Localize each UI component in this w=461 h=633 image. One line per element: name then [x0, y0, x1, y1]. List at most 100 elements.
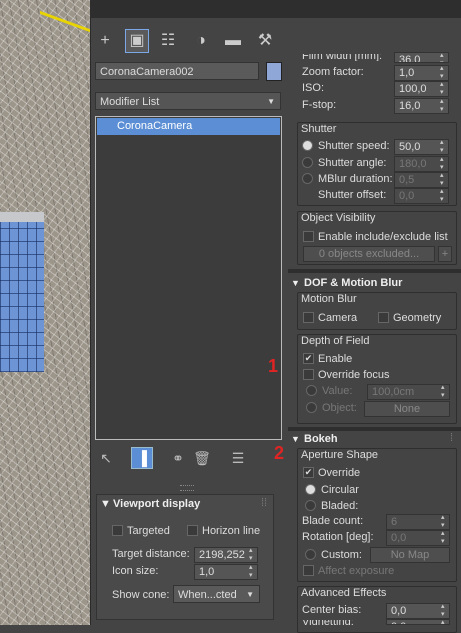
- shutter-offset-label: Shutter offset:: [318, 189, 387, 201]
- objects-excluded-button[interactable]: 0 objects excluded...: [303, 246, 435, 262]
- bokeh-rollout-toggle-icon[interactable]: ▼: [291, 434, 300, 444]
- rollout-grip-icon[interactable]: ⁞⁞: [261, 497, 267, 509]
- mblur-duration-spinner[interactable]: 0,5: [394, 172, 449, 188]
- object-visibility-title: Object Visibility: [301, 212, 376, 224]
- motion-tab-icon[interactable]: ◑: [190, 30, 212, 52]
- dof-enable-checkbox[interactable]: ✔ Enable: [303, 352, 352, 365]
- film-width-spinner[interactable]: 36,0: [394, 52, 449, 63]
- create-tab-icon[interactable]: +: [94, 30, 116, 52]
- targeted-checkbox[interactable]: Targeted: [112, 524, 170, 537]
- motion-blur-title: Motion Blur: [301, 293, 357, 305]
- custom-map-button[interactable]: No Map: [370, 547, 450, 563]
- center-bias-label: Center bias:: [302, 604, 362, 616]
- aperture-shape-title: Aperture Shape: [301, 449, 379, 461]
- f-stop-spinner[interactable]: 16,0: [394, 98, 449, 114]
- radio-icon: [302, 139, 313, 151]
- focus-value-spinner[interactable]: 100,0cm: [367, 384, 450, 400]
- rollout-grip-icon[interactable]: ⁞: [450, 432, 453, 444]
- depth-of-field-title: Depth of Field: [301, 335, 370, 347]
- remove-modifier-icon[interactable]: 🗑: [192, 448, 212, 468]
- aperture-override-checkbox[interactable]: ✔ Override: [303, 466, 361, 479]
- shutter-speed-label: Shutter speed:: [318, 140, 390, 152]
- shutter-speed-spinner[interactable]: 50,0: [394, 139, 449, 155]
- chevron-down-icon: ▼: [246, 590, 254, 599]
- utilities-tab-icon[interactable]: ⚒: [254, 30, 276, 52]
- circular-label: Circular: [321, 484, 359, 496]
- panel-top-strip: [90, 0, 461, 18]
- checkbox-icon: [112, 524, 123, 536]
- enable-include-exclude-label: Enable include/exclude list: [318, 231, 448, 243]
- film-width-label: Film width [mm]:: [302, 54, 383, 61]
- focus-object-picker[interactable]: None: [364, 401, 450, 417]
- checkbox-icon: [303, 230, 314, 242]
- aperture-override-label: Override: [318, 467, 361, 479]
- show-end-result-icon[interactable]: ▐: [131, 447, 153, 469]
- blade-count-spinner[interactable]: 6: [386, 514, 450, 530]
- vignetting-label: Vignetting:: [302, 620, 354, 625]
- rotation-label: Rotation [deg]:: [302, 531, 374, 543]
- rotation-spinner[interactable]: 0,0: [386, 530, 450, 546]
- pin-stack-icon[interactable]: ↖: [96, 448, 116, 468]
- dof-motion-blur-title[interactable]: DOF & Motion Blur: [304, 277, 402, 289]
- show-cone-dropdown[interactable]: When...cted ▼: [173, 585, 260, 603]
- add-excluded-button[interactable]: +: [438, 246, 452, 262]
- checkmark-icon: ✔: [303, 352, 314, 364]
- stack-item-coronacamera[interactable]: CoronaCamera: [97, 118, 280, 135]
- circular-radio[interactable]: Circular: [305, 483, 359, 496]
- override-focus-checkbox[interactable]: Override focus: [303, 368, 390, 381]
- shutter-offset-spinner[interactable]: 0,0: [394, 188, 449, 204]
- radio-icon: [305, 548, 316, 560]
- rollout-separator: [288, 427, 461, 431]
- show-cone-value: When...cted: [178, 589, 237, 601]
- target-distance-label: Target distance:: [112, 548, 190, 560]
- shutter-speed-radio[interactable]: Shutter speed:: [302, 139, 390, 152]
- rollout-toggle-icon[interactable]: ▼: [100, 498, 111, 510]
- shutter-angle-radio[interactable]: Shutter angle:: [302, 156, 387, 169]
- modifier-stack[interactable]: CoronaCamera: [95, 116, 282, 440]
- make-unique-icon[interactable]: ⚭: [168, 448, 188, 468]
- panel-resize-handle[interactable]: [180, 485, 194, 491]
- object-name-field[interactable]: CoronaCamera002: [95, 62, 259, 80]
- zoom-factor-label: Zoom factor:: [302, 66, 364, 78]
- focus-value-label: Value:: [322, 385, 353, 397]
- center-bias-spinner[interactable]: 0,0: [386, 603, 450, 619]
- dof-rollout-toggle-icon[interactable]: ▼: [291, 278, 300, 288]
- annotation-number-2: 2: [274, 443, 285, 463]
- display-tab-icon[interactable]: ▬: [222, 30, 244, 52]
- checkbox-icon: [378, 311, 389, 323]
- checkbox-icon: [303, 311, 314, 323]
- zoom-factor-spinner[interactable]: 1,0: [394, 65, 449, 81]
- shutter-title: Shutter: [301, 123, 337, 135]
- focus-value-radio[interactable]: Value:: [306, 384, 353, 397]
- checkmark-icon: ✔: [303, 466, 314, 478]
- radio-icon: [305, 483, 316, 495]
- viewport[interactable]: [0, 0, 90, 625]
- targeted-label: Targeted: [127, 525, 170, 537]
- bokeh-title[interactable]: Bokeh: [304, 433, 338, 445]
- motion-blur-geometry-checkbox[interactable]: Geometry: [378, 311, 441, 324]
- motion-blur-camera-checkbox[interactable]: Camera: [303, 311, 357, 324]
- focus-object-radio[interactable]: Object:: [306, 401, 357, 414]
- hierarchy-tab-icon[interactable]: ☷: [157, 30, 179, 52]
- configure-sets-icon[interactable]: ☰: [228, 448, 248, 468]
- enable-include-exclude-checkbox[interactable]: Enable include/exclude list: [303, 230, 448, 243]
- shutter-angle-spinner[interactable]: 180,0: [394, 156, 449, 172]
- icon-size-spinner[interactable]: 1,0: [194, 564, 258, 580]
- object-color-swatch[interactable]: [266, 62, 282, 81]
- modifier-list-dropdown[interactable]: Modifier List ▼: [95, 92, 281, 110]
- custom-radio[interactable]: Custom:: [305, 548, 362, 561]
- vignetting-spinner[interactable]: 0,0: [386, 619, 450, 625]
- target-distance-spinner[interactable]: 2198,252: [194, 547, 258, 563]
- affect-exposure-checkbox[interactable]: Affect exposure: [303, 564, 394, 577]
- viewport-display-title[interactable]: Viewport display: [113, 498, 200, 510]
- bladed-radio[interactable]: Bladed:: [305, 499, 358, 512]
- custom-label: Custom:: [321, 549, 362, 561]
- iso-spinner[interactable]: 100,0: [394, 81, 449, 97]
- horizon-line-checkbox[interactable]: Horizon line: [187, 524, 261, 537]
- horizon-line-label: Horizon line: [202, 525, 261, 537]
- icon-size-label: Icon size:: [112, 565, 159, 577]
- radio-icon: [302, 172, 313, 184]
- mblur-duration-radio[interactable]: MBlur duration:: [302, 172, 393, 185]
- modify-tab-icon[interactable]: ▣: [125, 29, 149, 53]
- advanced-effects-title: Advanced Effects: [301, 587, 387, 599]
